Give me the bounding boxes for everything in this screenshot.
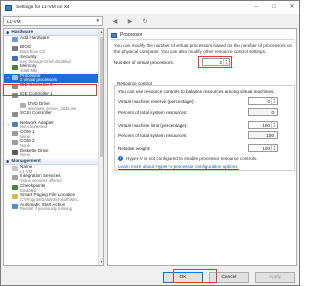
tree-item-com2[interactable]: COM 2 None (4, 138, 103, 148)
chevron-down-icon: ▼ (95, 18, 100, 23)
reserve-stepper[interactable]: 0 ▲ ▼ (248, 97, 278, 105)
pct-value-2: 100 (248, 131, 278, 139)
tree-scrollbar[interactable]: ▲ ▼ (98, 29, 103, 265)
refresh-button[interactable]: ↻ (139, 16, 151, 26)
port-icon (12, 130, 18, 136)
vm-selector-value: L1-VM (7, 18, 21, 24)
title-bar: Settings for L1-VM on X4 – □ ✕ (1, 1, 299, 14)
learn-more-link[interactable]: Learn more about Hyper-V processor confi… (118, 164, 239, 169)
tree-item-processor[interactable]: + Processor 2 Virtual processors (4, 73, 103, 83)
name-icon (12, 166, 18, 172)
pct-label-2: Percent of total system resources: (118, 133, 188, 138)
expand-icon[interactable]: + (7, 76, 9, 80)
dvd-icon (20, 102, 26, 108)
divider (111, 39, 294, 40)
reserve-label: Virtual machine reserve (percentage): (118, 99, 195, 104)
info-message: i Hyper-V is not configured to enable pr… (118, 156, 257, 161)
minimize-button[interactable]: – (251, 3, 261, 11)
stepper-arrows-icon[interactable]: ▲ ▼ (271, 98, 277, 104)
tree-item-bios[interactable]: BIOS Boot from CD (4, 45, 103, 54)
tree-item-network-adapter[interactable]: + Network Adapter Not connected (4, 120, 103, 130)
window-title: Settings for L1-VM on X4 (16, 5, 70, 10)
app-icon (5, 4, 12, 11)
memory-icon (12, 65, 18, 71)
vm-selector[interactable]: L1-VM ▼ (3, 16, 103, 26)
scroll-down-icon[interactable]: ▼ (99, 259, 103, 265)
stepper-arrows-icon[interactable]: ▲ ▼ (271, 122, 277, 128)
weight-label: Relative weight: (118, 146, 151, 151)
limit-stepper[interactable]: 100 ▲ ▼ (248, 121, 278, 129)
tree-item-memory[interactable]: Memory 4096 MB (4, 63, 103, 73)
tree-item-com1[interactable]: COM 1 None (4, 129, 103, 139)
settings-window: Settings for L1-VM on X4 – □ ✕ L1-VM ▼ ◀… (0, 0, 300, 286)
panel-title: Processor (120, 32, 143, 38)
tree-item-diskette-drive[interactable]: Diskette Drive None (4, 148, 103, 158)
tree-item-auto-start[interactable]: Automatic Start Action Restart if previou… (4, 202, 103, 212)
pct-value-1: 0 (248, 108, 278, 116)
services-icon (12, 175, 18, 181)
management-section-header[interactable]: ✱ Management (4, 158, 103, 166)
tree-item-ide-controller-0[interactable]: + IDE Controller 0 (4, 82, 103, 92)
controller-icon (12, 93, 18, 99)
hardware-section-header[interactable]: ✱ Hardware (4, 29, 103, 36)
scroll-up-icon[interactable]: ▲ (99, 29, 103, 35)
ok-button[interactable]: OK (163, 271, 203, 283)
stepper-arrows-icon[interactable]: ▲ ▼ (223, 59, 229, 65)
vp-stepper[interactable]: 2 ▲ ▼ (202, 58, 230, 66)
panel-header: Processor (111, 32, 143, 38)
dialog-footer: OK Cancel Apply (1, 268, 299, 286)
forward-button[interactable]: ▶ (124, 16, 136, 26)
diskette-icon (12, 149, 18, 155)
collapse-icon[interactable]: − (7, 94, 9, 98)
tree-item-security[interactable]: Security Key Storage Drive disabled (4, 54, 103, 64)
processor-icon (12, 74, 18, 80)
window-controls: – □ ✕ (251, 3, 297, 11)
tree-item-ide-controller-1[interactable]: − IDE Controller 1 (4, 92, 103, 101)
cancel-button[interactable]: Cancel (209, 271, 249, 283)
processor-icon (111, 32, 117, 38)
scroll-thumb[interactable] (100, 37, 103, 157)
add-hardware-icon (12, 37, 18, 42)
settings-tree: ✱ Hardware Add Hardware BIOS Boot from CD… (3, 28, 104, 266)
chip-icon (12, 46, 18, 52)
back-button[interactable]: ◀ (109, 16, 121, 26)
port-icon (12, 140, 18, 146)
checkpoint-icon (12, 184, 18, 190)
controller-icon (12, 112, 18, 118)
processor-panel: Processor You can modify the number of v… (107, 28, 297, 266)
tree-item-dvd-drive[interactable]: DVD Drive windows_server_2016.iso (4, 101, 103, 111)
info-icon: i (118, 156, 123, 161)
nav-buttons: ◀ ▶ ↻ (109, 16, 151, 26)
limit-label: Virtual machine limit (percentage): (118, 123, 188, 128)
tree-item-integration-services[interactable]: Integration Services Some services offere… (4, 174, 103, 183)
star-icon: ✱ (6, 158, 10, 164)
stepper-arrows-icon[interactable]: ▲ ▼ (271, 145, 277, 151)
rc-description: You can use resource controls to balance… (118, 89, 275, 94)
maximize-button[interactable]: □ (269, 3, 279, 11)
start-action-icon (12, 203, 18, 209)
weight-stepper[interactable]: 100 ▲ ▼ (248, 144, 278, 152)
expand-icon[interactable]: + (7, 123, 9, 127)
controller-icon (12, 83, 18, 89)
pct-label-1: Percent of total system resources: (118, 110, 188, 115)
vp-label: Number of virtual processors: (114, 60, 174, 65)
shield-icon (12, 55, 18, 61)
apply-button[interactable]: Apply (255, 271, 295, 283)
close-button[interactable]: ✕ (287, 3, 297, 11)
expand-icon[interactable]: + (7, 85, 9, 89)
star-icon: ✱ (6, 29, 10, 35)
tree-item-add-hardware[interactable]: Add Hardware (4, 35, 103, 45)
folder-icon (12, 194, 18, 200)
panel-description: You can modify the number of virtual pro… (114, 43, 293, 54)
network-icon (12, 121, 18, 127)
